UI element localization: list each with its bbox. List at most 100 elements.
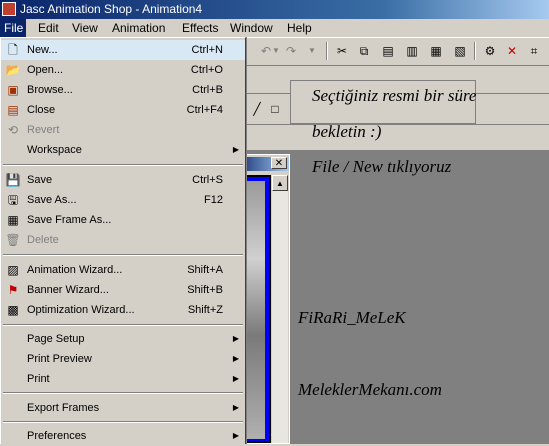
window-title: Jasc Animation Shop - Animation4 — [20, 2, 203, 16]
paste-after-icon[interactable]: ▧ — [452, 43, 468, 59]
cut-icon[interactable]: ✂ — [334, 43, 350, 59]
menu-bar: File Edit View Animation Effects Window … — [0, 19, 549, 38]
menu-item-shortcut: Shift+A — [187, 264, 223, 276]
menu-separator — [3, 164, 243, 166]
submenu-arrow-icon: ▶ — [232, 431, 239, 440]
menu-item-shortcut: F12 — [204, 194, 223, 206]
document-close-button[interactable]: ✕ — [271, 157, 287, 169]
save-icon: 💾 — [5, 173, 21, 187]
toolbar-separator — [474, 42, 476, 60]
menu-item-label: New... — [27, 44, 58, 56]
menu-item-preferences[interactable]: Preferences ▶ — [1, 426, 245, 446]
menu-item-print-preview[interactable]: Print Preview ▶ — [1, 349, 245, 369]
paste-frame-icon[interactable]: ▦ — [428, 43, 444, 59]
optimization-wizard-icon: ▩ — [7, 303, 19, 317]
save-as-icon: 🖫 — [7, 193, 19, 207]
paste-icon[interactable]: ▤ — [380, 43, 396, 59]
menu-item-shortcut: Ctrl+F4 — [186, 104, 223, 116]
close-doc-icon: ▤ — [7, 103, 19, 117]
menu-item-animation-wizard[interactable]: ▨ Animation Wizard... Shift+A — [1, 260, 245, 280]
menu-separator — [3, 254, 243, 256]
menu-window[interactable]: Window — [226, 19, 277, 37]
frame-image — [243, 181, 265, 439]
redo-dropdown-icon[interactable]: ▼ — [304, 43, 320, 59]
menu-item-label: Save Frame As... — [27, 214, 112, 226]
menu-effects[interactable]: Effects — [178, 19, 222, 37]
submenu-arrow-icon: ▶ — [232, 334, 239, 343]
submenu-arrow-icon: ▶ — [232, 145, 239, 154]
menu-help[interactable]: Help — [283, 19, 316, 37]
menu-item-shortcut: Shift+Z — [187, 304, 223, 316]
menu-item-label: Revert — [27, 124, 60, 136]
submenu-arrow-icon: ▶ — [232, 403, 239, 412]
menu-item-export-frames[interactable]: Export Frames ▶ — [1, 398, 245, 418]
scroll-up-icon[interactable]: ▲ — [272, 175, 288, 191]
menu-item-banner-wizard[interactable]: ⚑ Banner Wizard... Shift+B — [1, 280, 245, 300]
submenu-arrow-icon: ▶ — [232, 354, 239, 363]
app-icon — [2, 2, 16, 16]
menu-file[interactable]: File — [0, 19, 26, 37]
menu-separator — [3, 421, 243, 423]
paste-new-icon[interactable]: ▥ — [404, 43, 420, 59]
menu-item-page-setup[interactable]: Page Setup ▶ — [1, 329, 245, 349]
redo-icon[interactable]: ↷ — [283, 43, 299, 59]
menu-item-label: Save As... — [27, 194, 77, 206]
animation-wizard-icon: ▨ — [7, 263, 19, 277]
menu-item-label: Save — [27, 174, 53, 186]
menu-item-save-frame-as[interactable]: ▦ Save Frame As... — [1, 210, 245, 230]
undo-dropdown-icon[interactable]: ▼ — [268, 43, 284, 59]
menu-item-revert[interactable]: ⟲ Revert — [1, 120, 245, 140]
menu-item-save-as[interactable]: 🖫 Save As... F12 — [1, 190, 245, 210]
menu-edit[interactable]: Edit — [34, 19, 63, 37]
menu-item-label: Delete — [27, 234, 59, 246]
properties-icon[interactable]: ⚙ — [482, 43, 498, 59]
menu-item-shortcut: Shift+B — [187, 284, 223, 296]
line-tool-icon[interactable]: ╱ — [248, 100, 266, 118]
menu-separator — [3, 392, 243, 394]
vertical-scrollbar[interactable]: ▲ — [272, 175, 288, 443]
instruction-line-1: Seçtiğiniz resmi bir süre — [312, 86, 477, 105]
delete-icon: 🗑 — [5, 233, 21, 247]
toolbar-separator — [326, 42, 328, 60]
menu-item-label: Optimization Wizard... — [27, 304, 135, 316]
menu-item-label: Banner Wizard... — [27, 284, 109, 296]
menu-item-close[interactable]: ▤ Close Ctrl+F4 — [1, 100, 245, 120]
menu-item-label: Page Setup — [27, 333, 85, 345]
menu-item-shortcut: Ctrl+N — [191, 44, 223, 56]
signature-text: FiRaRi_MeLeK — [298, 308, 406, 327]
save-frame-icon: ▦ — [7, 213, 19, 227]
file-menu-dropdown: 🗋 New... Ctrl+N 📂 Open... Ctrl+O ▣ Brows… — [0, 37, 246, 444]
new-file-icon: 🗋 — [8, 43, 18, 57]
open-folder-icon: 📂 — [5, 63, 21, 77]
menu-item-browse[interactable]: ▣ Browse... Ctrl+B — [1, 80, 245, 100]
rectangle-tool-icon[interactable]: □ — [266, 100, 284, 118]
menu-item-shortcut: Ctrl+B — [192, 84, 223, 96]
delete-frame-icon[interactable]: ✕ — [504, 43, 520, 59]
menu-item-label: Print — [27, 373, 50, 385]
browse-icon: ▣ — [7, 83, 19, 97]
title-bar: Jasc Animation Shop - Animation4 — [0, 0, 549, 19]
banner-wizard-icon: ⚑ — [7, 283, 19, 297]
menu-item-delete[interactable]: 🗑 Delete — [1, 230, 245, 250]
menu-item-open[interactable]: 📂 Open... Ctrl+O — [1, 60, 245, 80]
menu-item-shortcut: Ctrl+S — [192, 174, 223, 186]
menu-item-label: Close — [27, 104, 56, 116]
revert-icon: ⟲ — [7, 123, 19, 137]
instruction-line-3: File / New tıklıyoruz — [312, 157, 452, 176]
menu-item-new[interactable]: 🗋 New... Ctrl+N — [1, 40, 245, 60]
menu-item-shortcut: Ctrl+O — [190, 64, 223, 76]
submenu-arrow-icon: ▶ — [232, 374, 239, 383]
instruction-line-2: bekletin :) — [312, 122, 382, 141]
copy-icon[interactable]: ⧉ — [356, 43, 372, 59]
menu-item-optimization-wizard[interactable]: ▩ Optimization Wizard... Shift+Z — [1, 300, 245, 320]
menu-view[interactable]: View — [68, 19, 102, 37]
menu-item-label: Preferences — [27, 430, 87, 442]
menu-animation[interactable]: Animation — [108, 19, 169, 37]
menu-item-label: Open... — [27, 64, 64, 76]
menu-item-label: Animation Wizard... — [27, 264, 123, 276]
crop-icon[interactable]: ⌗ — [526, 43, 542, 59]
menu-item-print[interactable]: Print ▶ — [1, 369, 245, 389]
menu-separator — [3, 324, 243, 326]
menu-item-save[interactable]: 💾 Save Ctrl+S — [1, 170, 245, 190]
menu-item-workspace[interactable]: Workspace ▶ — [1, 140, 245, 160]
